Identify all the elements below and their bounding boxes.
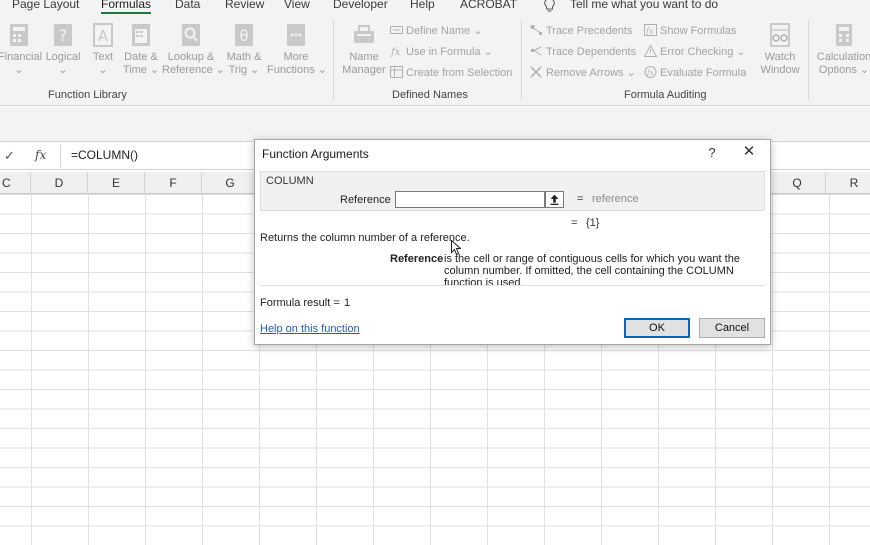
grid-selection-icon (390, 66, 403, 78)
dialog-title: Function Arguments (262, 147, 369, 161)
group-separator (333, 20, 334, 100)
group-separator (808, 20, 809, 100)
formula-result-label: Formula result = (260, 297, 340, 309)
column-header-c[interactable]: C (0, 172, 31, 194)
column-header-f[interactable]: F (145, 172, 202, 194)
formula-input[interactable]: =COLUMN() (71, 148, 138, 162)
tab-acrobat[interactable]: ACROBAT (460, 0, 517, 11)
tab-data[interactable]: Data (175, 0, 200, 11)
remove-arrows-icon (530, 66, 542, 78)
more-functions-icon (287, 24, 305, 46)
show-formulas-icon: fx (644, 24, 657, 36)
cancel-button[interactable]: Cancel (699, 318, 765, 338)
argument-group: COLUMN Reference = reference (260, 171, 765, 211)
argument-hint: reference (592, 193, 639, 205)
formula-bar-divider (60, 145, 61, 167)
name-manager-button[interactable]: Name Manager (340, 22, 388, 77)
show-formulas-button[interactable]: fx Show Formulas (644, 23, 736, 39)
tab-page-layout[interactable]: Page Layout (12, 0, 79, 11)
error-checking-button[interactable]: Error Checking ⌄ (644, 44, 746, 60)
function-name: COLUMN (266, 175, 314, 187)
tab-review[interactable]: Review (225, 0, 264, 11)
column-header-r[interactable]: R (826, 172, 870, 194)
lightbulb-icon (544, 0, 555, 12)
result-preview-value: {1} (586, 217, 600, 229)
financial-button[interactable]: Financial ⌄ (0, 22, 42, 77)
math-trig-button[interactable]: θ Math & Trig ⌄ (223, 22, 265, 77)
formula-result-value: 1 (344, 297, 351, 309)
tag-icon (390, 26, 403, 34)
ribbon-tab-bar: Page Layout Formulas Data Review View De… (0, 0, 870, 14)
trace-dependents-button[interactable]: Trace Dependents (530, 44, 636, 60)
svg-text:fx: fx (646, 69, 654, 77)
column-header-d[interactable]: D (31, 172, 88, 194)
lookup-icon (182, 24, 200, 46)
parameter-description: is the cell or range of contiguous cells… (444, 253, 740, 289)
use-in-formula-button[interactable]: fx Use in Formula ⌄ (390, 44, 493, 60)
lookup-reference-button[interactable]: Lookup & Reference ⌄ (162, 22, 225, 77)
collapse-dialog-button[interactable] (545, 191, 564, 208)
calculator-icon (836, 24, 852, 46)
tell-me-search[interactable]: Tell me what you want to do (570, 0, 718, 11)
svg-text:?: ? (59, 26, 68, 45)
evaluate-formula-button[interactable]: fx Evaluate Formula (644, 65, 746, 81)
column-header-e[interactable]: E (88, 172, 145, 194)
tab-formulas[interactable]: Formulas (101, 0, 152, 14)
ok-button[interactable]: OK (624, 318, 690, 338)
function-description: Returns the column number of a reference… (260, 232, 470, 244)
text-icon: A (93, 23, 113, 47)
close-icon[interactable]: ✕ (741, 144, 757, 160)
reference-label: Reference (340, 194, 391, 206)
date-time-button[interactable]: Date & Time ⌄ (122, 22, 160, 77)
function-library-label: Function Library (48, 89, 127, 101)
more-functions-button[interactable]: More Functions ⌄ (267, 22, 327, 77)
ribbon-gap (0, 107, 870, 141)
tab-view[interactable]: View (284, 0, 310, 11)
calculation-options-button[interactable]: Calculation Options ⌄ (814, 22, 870, 77)
create-from-selection-button[interactable]: Create from Selection (390, 65, 512, 81)
tab-developer[interactable]: Developer (333, 0, 388, 11)
math-icon: θ (235, 24, 253, 46)
upload-arrow-icon (550, 194, 559, 206)
help-on-function-link[interactable]: Help on this function (260, 323, 360, 335)
svg-text:θ: θ (239, 27, 248, 45)
reference-input[interactable] (395, 191, 545, 208)
tab-help[interactable]: Help (410, 0, 435, 11)
logical-icon: ? (54, 24, 72, 46)
trace-precedents-button[interactable]: Trace Precedents (530, 23, 632, 39)
calendar-icon (132, 24, 150, 46)
text-button[interactable]: A Text ⌄ (88, 22, 118, 77)
svg-text:fx: fx (390, 47, 401, 57)
svg-text:A: A (98, 27, 109, 45)
argument-equals: = (577, 193, 584, 205)
insert-function-icon[interactable]: fx (35, 148, 46, 162)
parameter-name: Reference (390, 253, 444, 265)
watch-window-icon (770, 23, 790, 47)
formula-auditing-label: Formula Auditing (624, 89, 707, 101)
remove-arrows-button[interactable]: Remove Arrows ⌄ (530, 65, 636, 81)
defined-names-label: Defined Names (392, 89, 468, 101)
svg-text:fx: fx (645, 27, 654, 36)
watch-window-button[interactable]: Watch Window (758, 22, 802, 77)
evaluate-formula-icon: fx (644, 66, 657, 78)
group-separator (521, 20, 522, 100)
financial-icon (10, 24, 28, 46)
column-header-g[interactable]: G (202, 172, 259, 194)
mouse-pointer-icon (451, 240, 461, 256)
define-name-button[interactable]: Define Name ⌄ (390, 23, 482, 39)
dialog-divider (260, 285, 765, 286)
ribbon: Financial ⌄ ? Logical ⌄ A Text ⌄ Date & … (0, 14, 870, 106)
logical-button[interactable]: ? Logical ⌄ (44, 22, 82, 77)
function-arguments-dialog: Function Arguments ? ✕ COLUMN Reference … (254, 139, 771, 345)
help-icon[interactable]: ? (705, 145, 719, 161)
formula-icon: fx (390, 47, 401, 57)
result-preview-equals: = (571, 217, 578, 229)
name-manager-icon (354, 25, 374, 43)
enter-check-icon[interactable]: ✓ (4, 148, 15, 164)
trace-precedents-icon (530, 25, 542, 35)
trace-dependents-icon (531, 46, 542, 56)
error-checking-icon (644, 45, 657, 57)
column-header-q[interactable]: Q (769, 172, 826, 194)
